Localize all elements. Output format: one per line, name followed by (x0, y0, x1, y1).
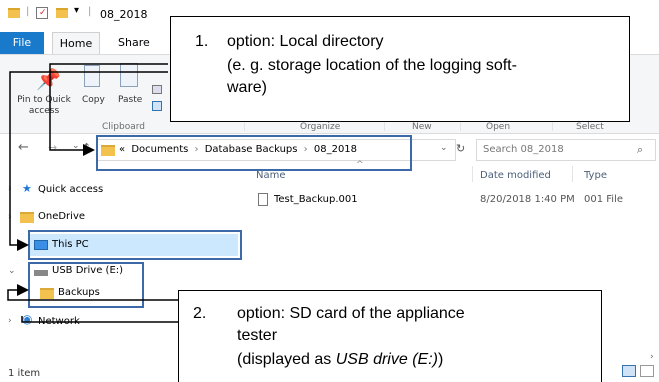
callout-local-directory: 1. option: Local directory (e. g. storag… (170, 16, 630, 122)
callout-heading-continued: tester (237, 327, 278, 344)
callout-heading: option: SD card of the appliance (237, 305, 465, 322)
callout-detail-suffix: ) (437, 351, 444, 368)
callout-detail-continued: ware) (227, 79, 268, 96)
callout-detail-drive-name: USB drive (E:) (335, 351, 438, 368)
callout-detail-prefix: (displayed as (237, 351, 336, 368)
callout-sd-card: 2. option: SD card of the appliance test… (178, 290, 602, 382)
callout-number: 1. (195, 33, 209, 50)
callout-number: 2. (193, 305, 207, 322)
callout-heading: option: Local directory (227, 33, 384, 50)
callout-detail: (e. g. storage location of the logging s… (227, 57, 517, 74)
callout-detail: (displayed as USB drive (E:)) (237, 349, 443, 370)
